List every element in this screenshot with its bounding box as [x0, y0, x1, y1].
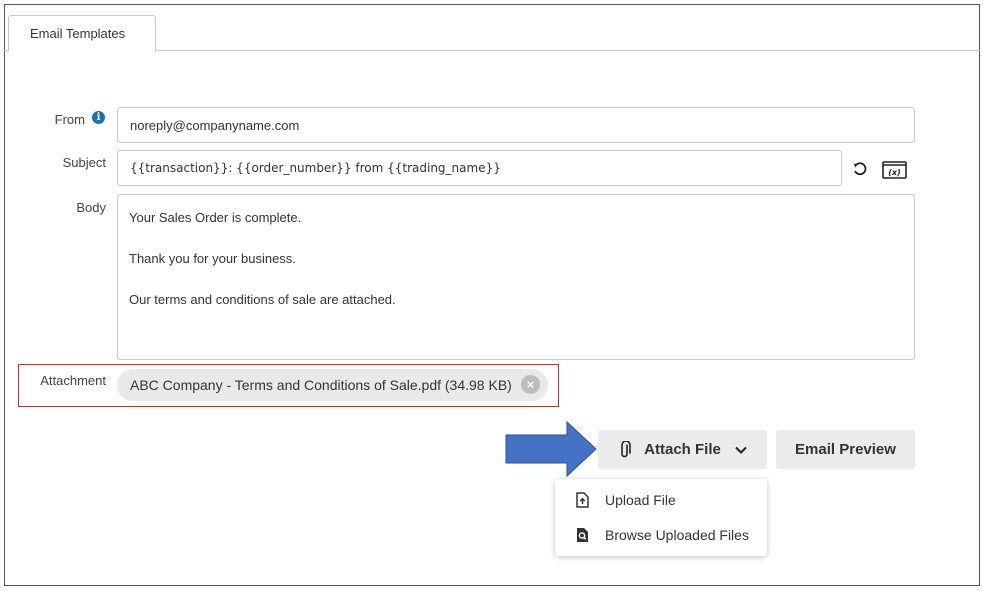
body-editor[interactable]: Your Sales Order is complete. Thank you … — [117, 194, 915, 360]
upload-file-label: Upload File — [605, 492, 676, 508]
arrow-annotation-icon — [505, 421, 597, 477]
body-line: Thank you for your business. — [129, 251, 296, 266]
email-preview-button[interactable]: Email Preview — [776, 430, 915, 469]
attach-file-menu: Upload File Browse Uploaded Files — [555, 479, 767, 556]
body-label: Body — [76, 200, 106, 215]
attachment-label: Attachment — [40, 373, 106, 388]
paperclip-icon — [621, 440, 631, 457]
variable-icon-text: (x) — [888, 168, 900, 177]
browse-files-label: Browse Uploaded Files — [605, 527, 749, 543]
upload-file-icon — [576, 492, 589, 508]
attach-file-label: Attach File — [644, 441, 721, 458]
body-line: Our terms and conditions of sale are att… — [129, 292, 396, 307]
from-value: noreply@companyname.com — [130, 117, 300, 133]
subject-value: {{transaction}}: {{order_number}} from {… — [130, 161, 501, 175]
attach-file-button[interactable]: Attach File — [598, 430, 767, 469]
from-label: From — [54, 112, 85, 127]
insert-variable-icon[interactable]: (x) — [882, 160, 907, 180]
subject-label: Subject — [62, 155, 106, 170]
tab-label: Email Templates — [30, 26, 126, 41]
body-line: Your Sales Order is complete. — [129, 210, 302, 225]
attachment-chip[interactable]: ABC Company - Terms and Conditions of Sa… — [117, 369, 548, 401]
tab-email-templates[interactable]: Email Templates — [8, 15, 156, 52]
browse-files-icon — [577, 528, 588, 542]
attachment-filename: ABC Company - Terms and Conditions of Sa… — [130, 377, 512, 393]
chevron-down-icon — [735, 446, 747, 454]
email-preview-label: Email Preview — [795, 441, 896, 458]
remove-attachment-icon[interactable]: × — [521, 375, 540, 394]
info-icon[interactable]: i — [92, 111, 105, 124]
menu-item-browse-uploaded-files[interactable]: Browse Uploaded Files — [555, 520, 767, 550]
reset-icon[interactable] — [852, 161, 868, 177]
subject-field[interactable]: {{transaction}}: {{order_number}} from {… — [117, 150, 842, 186]
from-field[interactable]: noreply@companyname.com — [117, 107, 915, 143]
menu-item-upload-file[interactable]: Upload File — [555, 485, 767, 515]
